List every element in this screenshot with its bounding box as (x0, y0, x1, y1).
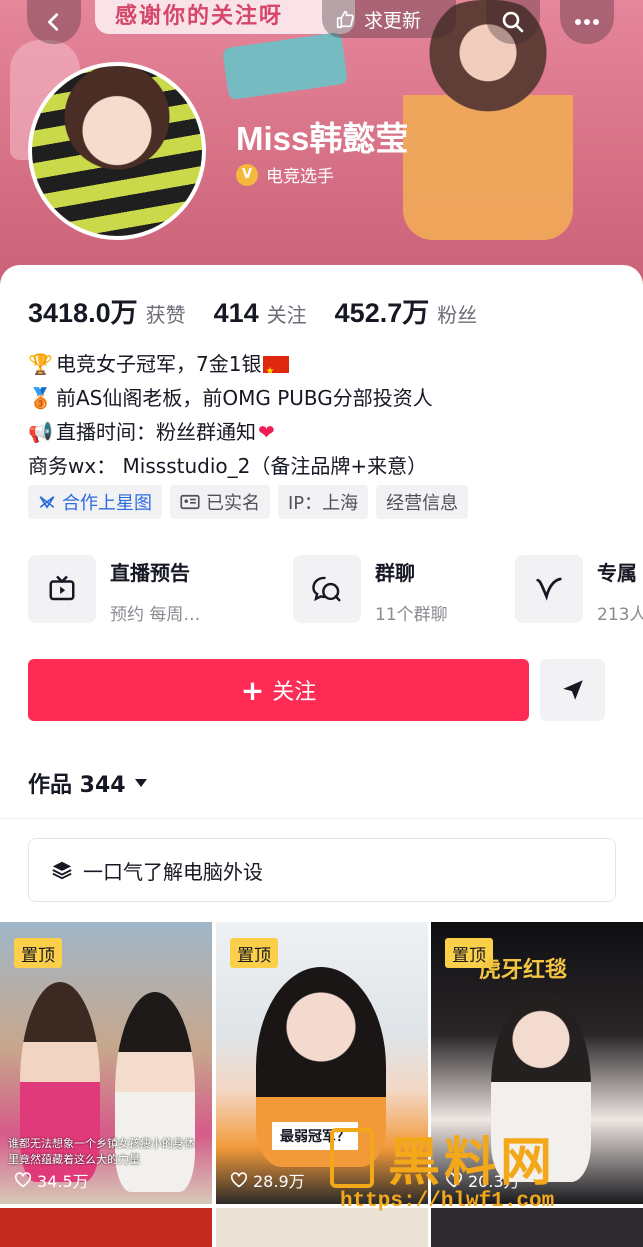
banner-keyboard-decoration (221, 31, 349, 101)
works-tab[interactable]: 作品 344 (28, 767, 148, 799)
video-likes: 34.5万 (14, 1168, 89, 1192)
request-update-label: 求更新 (364, 9, 422, 32)
star-map-tag[interactable]: 合作上星图 (28, 485, 162, 519)
banner-text: 感谢你的关注呀 (95, 0, 355, 34)
video-caption: 最弱冠军？ (272, 1122, 358, 1150)
megaphone-icon: 📢 (28, 420, 53, 444)
bio-line: 🥉 前AS仙阁老板，前OMG PUBG分部投资人 (28, 381, 433, 415)
group-chat-shortcut[interactable]: 群聊 11个群聊 (293, 555, 448, 625)
username: Miss韩懿莹 (236, 120, 409, 157)
video-thumbnail[interactable] (431, 1208, 643, 1247)
verification-row: V 电竞选手 (236, 162, 334, 187)
video-thumbnail[interactable]: 置顶 虎牙红毯 20.3万 (431, 922, 643, 1204)
plus-icon: + (240, 673, 265, 707)
bio-text: 商务wx： Missstudio_2（备注品牌+来意） (28, 454, 428, 478)
more-dots-icon (575, 19, 599, 25)
bio-line: 🏆 电竞女子冠军，7金1银 (28, 347, 433, 389)
followers-count[interactable]: 452.7万 (335, 291, 430, 330)
check-icon (515, 555, 583, 623)
business-info-tag[interactable]: 经营信息 (376, 485, 469, 519)
video-likes: 20.3万 (445, 1168, 520, 1192)
real-name-tag[interactable]: 已实名 (170, 485, 270, 519)
followers-label[interactable]: 粉丝 (437, 299, 477, 328)
caret-down-icon (134, 779, 147, 787)
star-map-icon (39, 496, 55, 509)
likes-label: 获赞 (145, 303, 186, 327)
video-caption: 谁都无法想象一个乡镇女孩瘦小的身体里竟然蕴藏着这么大的力量 (8, 1137, 195, 1166)
verified-badge-icon: V (236, 163, 258, 186)
tv-icon (28, 555, 96, 623)
bio-line: 商务wx： Missstudio_2（备注品牌+来意） (28, 449, 433, 483)
pinned-badge: 置顶 (230, 938, 278, 968)
medal-icon: 🥉 (28, 386, 53, 410)
feature-title: 直播预告 (110, 561, 190, 585)
message-button[interactable] (540, 659, 605, 721)
stats-row: 3418.0万 获赞 414 关注 452.7万 粉丝 (28, 291, 505, 330)
chat-icon (293, 555, 361, 623)
video-thumbnail[interactable] (216, 1208, 428, 1247)
feature-subtitle: 预约 每周… (110, 605, 201, 625)
follow-label: 关注 (272, 680, 317, 705)
collection-banner[interactable]: 一口气了解电脑外设 (28, 838, 616, 902)
bio-text: 直播时间：粉丝群通知 (56, 420, 256, 444)
bio-text: 电竞女子冠军，7金1银 (56, 352, 262, 376)
chevron-left-icon (48, 13, 59, 31)
feature-title: 专属 (597, 561, 637, 585)
profile-tags: 合作上星图 已实名 IP：上海 经营信息 (28, 485, 469, 519)
feature-shortcuts: 直播预告 预约 每周… 群聊 11个群聊 专属 213人 (28, 555, 643, 625)
following-label[interactable]: 关注 (267, 299, 307, 328)
request-update-button[interactable]: 求更新 (322, 0, 456, 38)
following-count[interactable]: 414 (214, 298, 259, 329)
heart-outline-icon (230, 1172, 248, 1188)
search-icon (502, 11, 524, 33)
bio-text: 前AS仙阁老板，前OMG PUBG分部投资人 (56, 386, 433, 410)
tag-label: IP：上海 (288, 493, 359, 514)
likes-count: 3418.0万 (28, 298, 138, 328)
tag-label: 合作上星图 (62, 493, 152, 514)
feature-subtitle: 11个群聊 (375, 605, 448, 625)
live-preview-shortcut[interactable]: 直播预告 预约 每周… (28, 555, 200, 625)
send-arrow-icon (562, 680, 583, 700)
trophy-icon: 🏆 (28, 352, 53, 376)
thumbnail-figure (491, 992, 591, 1182)
video-likes: 28.9万 (230, 1168, 305, 1192)
likes-count: 28.9万 (253, 1172, 305, 1191)
bio-line: 📢 直播时间：粉丝群通知 ❤ (28, 415, 433, 449)
tag-label: 已实名 (206, 493, 260, 514)
follow-button[interactable]: + 关注 (28, 659, 529, 721)
verification-label: 电竞选手 (266, 167, 334, 187)
feature-subtitle: 213人 (597, 605, 643, 625)
id-card-icon (180, 494, 200, 510)
works-label: 作品 344 (28, 773, 126, 798)
collection-label: 一口气了解电脑外设 (83, 859, 263, 884)
video-thumbnail[interactable]: 置顶 谁都无法想象一个乡镇女孩瘦小的身体里竟然蕴藏着这么大的力量 34.5万 (0, 922, 212, 1204)
china-flag-icon (263, 355, 290, 389)
divider (0, 818, 643, 819)
layers-icon (52, 861, 72, 880)
pinned-badge: 置顶 (14, 938, 62, 968)
video-caption: 虎牙红毯 (479, 958, 568, 983)
video-thumbnail[interactable]: 置顶 最弱冠军？ 28.9万 (216, 922, 428, 1204)
tag-label: 经营信息 (386, 493, 459, 514)
bio: 🏆 电竞女子冠军，7金1银 🥉 前AS仙阁老板，前OMG PUBG分部投资人 📢… (28, 347, 433, 483)
profile-card: 3418.0万 获赞 414 关注 452.7万 粉丝 🏆 电竞女子冠军，7金1… (0, 265, 643, 1247)
avatar[interactable] (28, 62, 206, 240)
thumb-hand-icon (336, 10, 354, 29)
exclusive-shortcut[interactable]: 专属 213人 (515, 555, 643, 625)
red-heart-icon: ❤ (258, 420, 275, 444)
heart-outline-icon (14, 1172, 32, 1188)
feature-title: 群聊 (375, 561, 415, 585)
video-thumbnail[interactable] (0, 1208, 212, 1247)
heart-outline-icon (445, 1172, 463, 1188)
likes-count: 34.5万 (37, 1172, 89, 1191)
ip-location-tag: IP：上海 (278, 485, 369, 519)
likes-count: 20.3万 (468, 1172, 520, 1191)
